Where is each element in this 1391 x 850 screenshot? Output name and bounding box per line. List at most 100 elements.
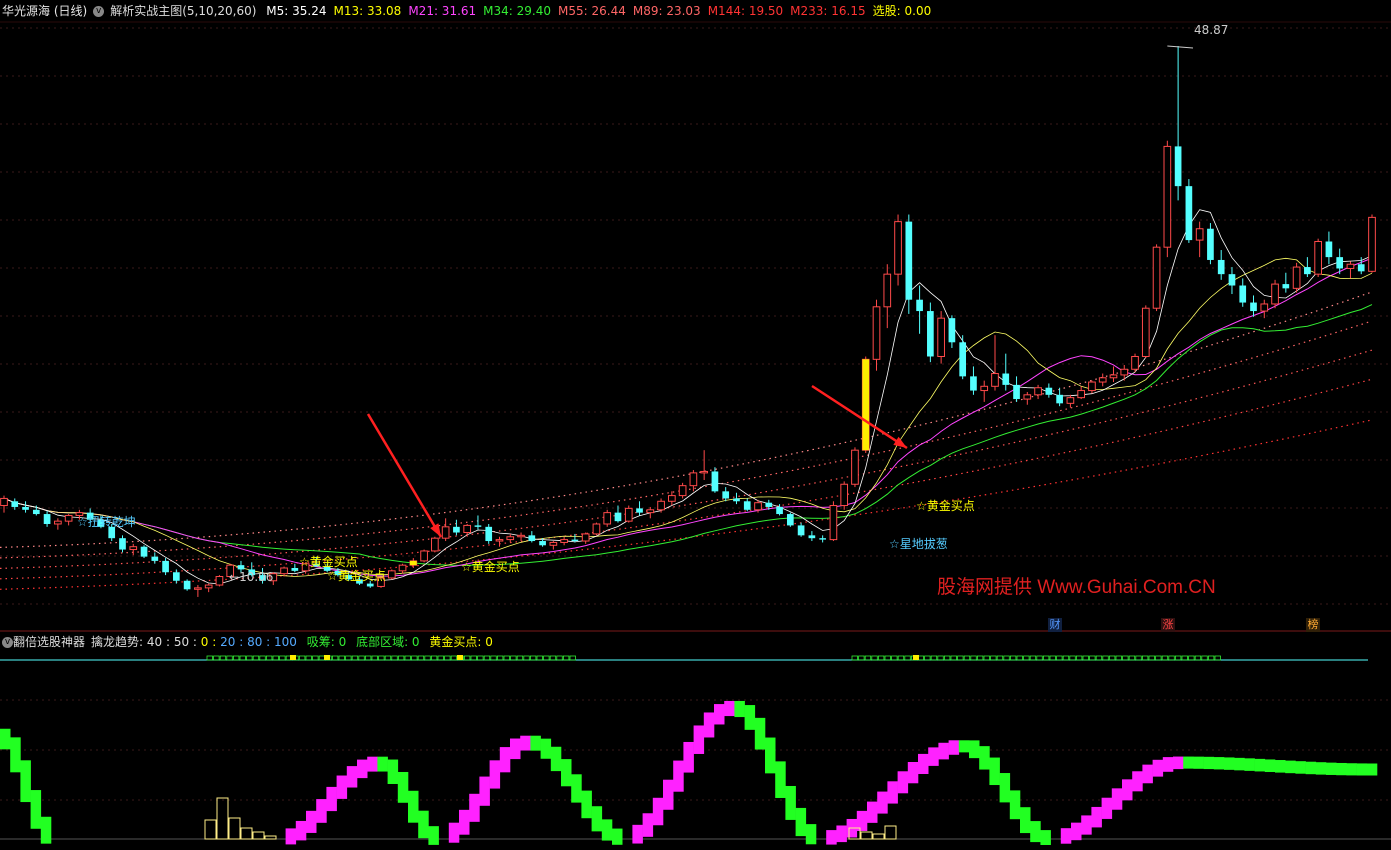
- candle-body: [517, 534, 525, 538]
- accumulation-cell: [351, 655, 359, 661]
- oscillator-bar: [336, 775, 348, 799]
- candle-body: [581, 533, 590, 542]
- accumulation-cell: [1003, 655, 1010, 661]
- candle-body: [173, 572, 180, 581]
- candle-body: [1152, 246, 1161, 309]
- oscillator-bar: [928, 747, 939, 766]
- accumulation-cell: [463, 655, 471, 661]
- oscillator-bar: [1162, 757, 1174, 772]
- oscillator-bar: [1071, 822, 1082, 841]
- lower-indicator-name[interactable]: 翻倍选股神器: [13, 635, 85, 649]
- accumulation-cell: [963, 655, 971, 661]
- trend-label: 擒龙趋势:: [91, 635, 144, 649]
- candle-body: [1109, 374, 1118, 379]
- rise-badge[interactable]: 涨: [1161, 618, 1175, 632]
- long-ma-line: [0, 291, 1373, 548]
- accumulation-bar: [240, 827, 253, 840]
- long-ma-line: [0, 320, 1373, 559]
- oscillator-bar: [1132, 771, 1143, 792]
- accumulation-cell: [404, 655, 411, 661]
- candle-body: [22, 506, 29, 510]
- candle-body: [1271, 283, 1279, 305]
- accumulation-bar: [204, 819, 217, 840]
- ranking-badge[interactable]: 榜: [1306, 618, 1320, 632]
- oscillator-bar: [1305, 761, 1317, 775]
- accumulation-cell: [983, 655, 990, 661]
- arrow-shaft: [811, 384, 908, 450]
- oscillator-bar: [357, 759, 368, 779]
- oscillator-bar: [754, 717, 766, 750]
- oscillator-bar: [1101, 797, 1113, 819]
- ma-value: M233: 16.15: [790, 4, 866, 18]
- candle-body: [733, 498, 740, 502]
- oscillator-bar: [642, 813, 654, 837]
- accumulation-cell: [239, 655, 246, 661]
- accumulation-cell: [1102, 655, 1109, 661]
- accumulation-cell: [944, 655, 951, 661]
- oscillator-bar: [1326, 762, 1337, 775]
- candle-body: [614, 512, 622, 522]
- oscillator-bar: [1203, 756, 1215, 770]
- gold-cell: [913, 655, 919, 660]
- chart-canvas[interactable]: [0, 0, 1391, 850]
- candle-body: [1207, 228, 1214, 260]
- accumulation-cell: [1135, 655, 1142, 661]
- candle-body: [463, 524, 472, 534]
- oscillator-bar: [1224, 757, 1235, 770]
- accumulation-cell: [496, 655, 504, 661]
- oscillator-bar: [1315, 762, 1327, 775]
- oscillator-bar: [663, 779, 674, 810]
- candle-body: [119, 538, 126, 550]
- ma-value: M13: 33.08: [333, 4, 402, 18]
- oscillator-bar: [744, 705, 756, 730]
- candle-body: [506, 536, 515, 541]
- min-price-label: ←10.06: [229, 570, 274, 584]
- oscillator-bar: [1346, 763, 1357, 776]
- oscillator-bar: [795, 807, 807, 837]
- accumulation-bar: [884, 825, 897, 840]
- indicator-name[interactable]: 解析实战主图(5,10,20,60): [110, 4, 256, 18]
- collapse-icon[interactable]: v: [2, 637, 13, 648]
- accumulation-cell: [1194, 655, 1202, 661]
- candle-body: [204, 584, 213, 589]
- collapse-icon[interactable]: v: [93, 6, 105, 17]
- candle-body: [1163, 145, 1172, 248]
- candle-body: [1174, 146, 1182, 187]
- accumulation-cell: [1155, 655, 1162, 661]
- accumulation-cell: [1036, 655, 1043, 661]
- candle-body: [1034, 387, 1042, 396]
- accumulation-cell: [530, 655, 537, 661]
- oscillator-bar: [887, 781, 898, 804]
- candle-body: [560, 539, 568, 543]
- candle-body: [387, 570, 396, 579]
- oscillator-bar: [775, 761, 786, 798]
- oscillator-bar: [408, 790, 419, 823]
- oscillator-bar: [459, 809, 470, 835]
- candle-body: [711, 471, 719, 492]
- gold-cell: [324, 655, 330, 660]
- oscillator-bar: [367, 756, 378, 772]
- oscillator-bar: [683, 741, 694, 773]
- max-pointer: [1167, 45, 1194, 49]
- signal-label: ☆黄金买点: [327, 569, 386, 583]
- oscillator-bar: [958, 740, 970, 753]
- accumulation-cell: [1208, 655, 1215, 661]
- accumulation-cell: [384, 655, 392, 661]
- candle-body: [1077, 390, 1086, 399]
- oscillator-bar: [1030, 821, 1041, 843]
- oscillator-bar: [765, 737, 776, 774]
- candle-body: [431, 537, 439, 552]
- oscillator-bar: [1356, 763, 1368, 776]
- candle-body: [700, 470, 708, 474]
- accumulation-bar: [252, 831, 265, 840]
- candle-body: [280, 567, 288, 575]
- candle-body: [722, 491, 730, 499]
- candle-body: [237, 565, 245, 570]
- candle-body: [1336, 257, 1344, 269]
- finance-badge[interactable]: 财: [1048, 618, 1062, 632]
- watermark: 股海网提供 Www.Guhai.Com.CN: [937, 577, 1216, 598]
- candle-body: [894, 221, 902, 275]
- trend-value: 50 :: [170, 635, 197, 649]
- xichou-value: 吸筹: 0: [306, 635, 347, 649]
- oscillator-bar: [1009, 790, 1021, 820]
